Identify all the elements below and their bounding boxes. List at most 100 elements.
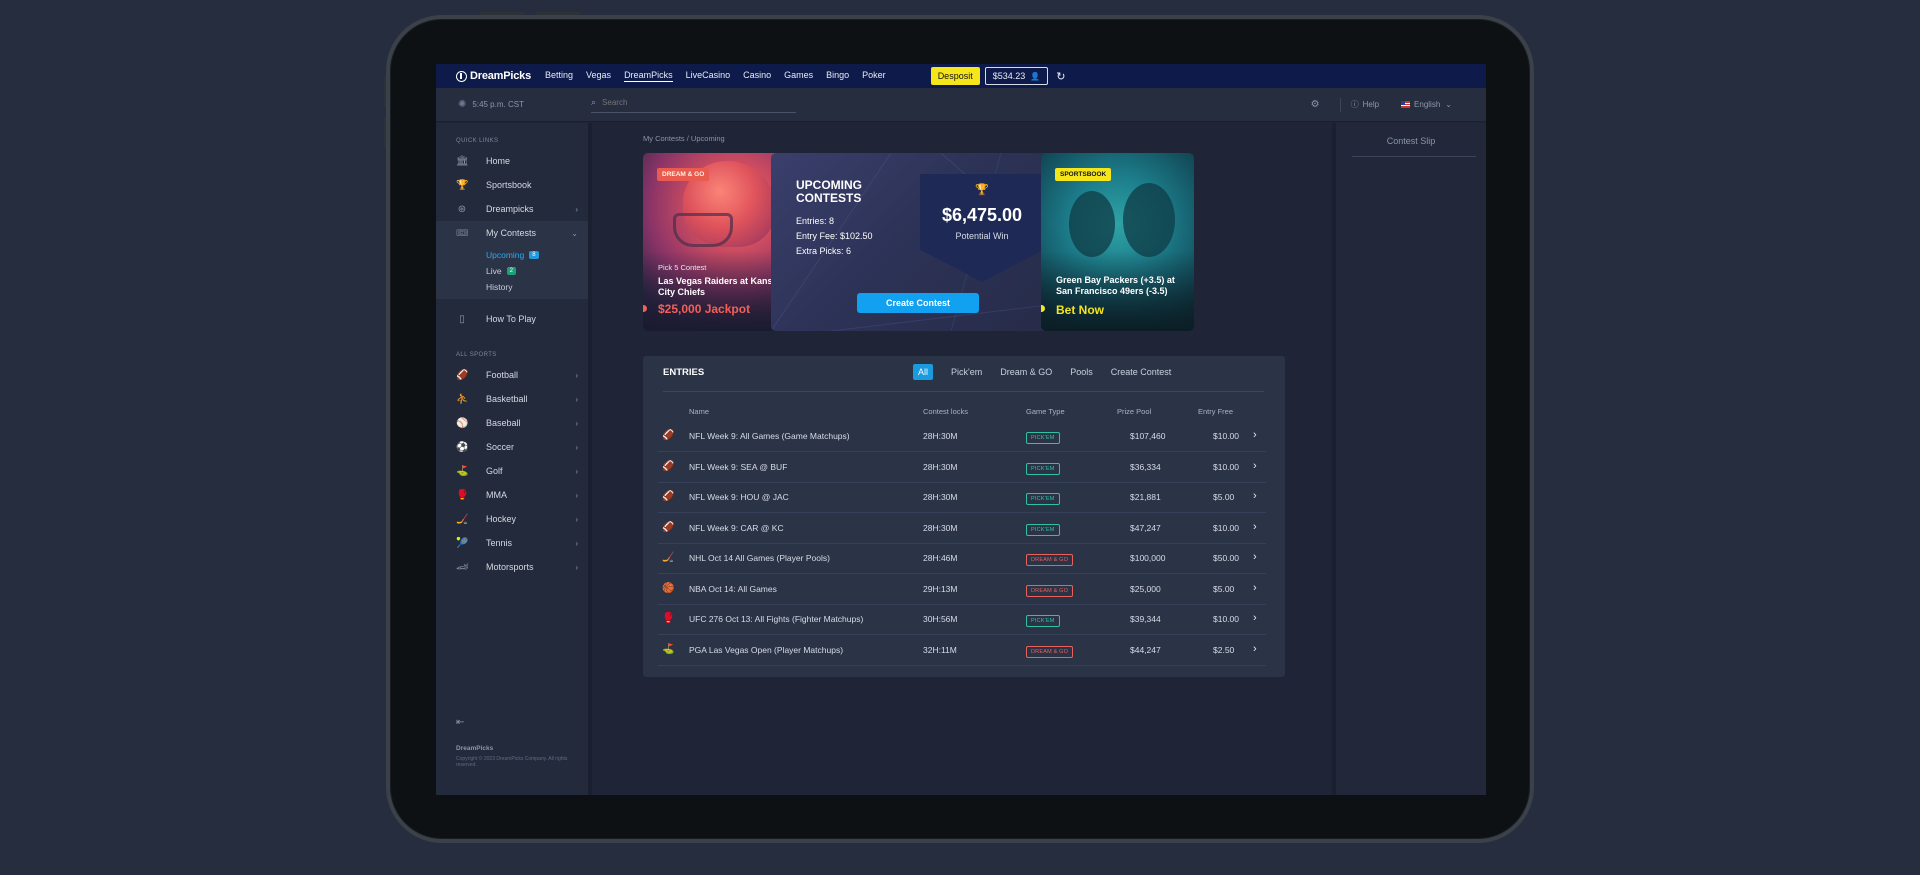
contest-name: NFL Week 9: HOU @ JAC [689, 492, 789, 502]
balance-amount: $534.23 [992, 71, 1026, 81]
nav-link-betting[interactable]: Betting [545, 70, 573, 82]
sidebar-item-mma[interactable]: 🥊 MMA › [436, 483, 588, 507]
column-header-entry-fee: Entry Free [1198, 407, 1234, 416]
sidebar-item-soccer[interactable]: ⚽ Soccer › [436, 435, 588, 459]
user-icon: 👤 [1030, 71, 1041, 81]
chevron-right-icon[interactable]: › [1253, 612, 1257, 624]
entry-fee: $10.00 [1213, 522, 1239, 533]
contest-locks: 29H:13M [923, 583, 958, 594]
tab-pools[interactable]: Pools [1070, 364, 1093, 380]
collapse-sidebar-icon[interactable]: ⇤ [456, 717, 464, 728]
divider [1352, 156, 1476, 157]
potential-win-label: Potential Win [955, 231, 1009, 241]
chevron-right-icon[interactable]: › [1253, 490, 1257, 502]
baseball-icon: ⚾ [456, 417, 469, 429]
chevron-right-icon[interactable]: › [1253, 460, 1257, 472]
table-row[interactable]: 🏈 NFL Week 9: HOU @ JAC 28H:30M PICK'EM $21,… [658, 483, 1266, 513]
sidebar-item-how-to-play[interactable]: ▯ How To Play [436, 307, 588, 331]
soccer-icon: ⚽ [456, 441, 469, 453]
chevron-right-icon: › [575, 490, 578, 500]
sidebar-item-my-contests[interactable]: 🎟 My Contests ⌄ [436, 221, 588, 245]
balance-button[interactable]: $534.23 👤 [984, 67, 1049, 85]
language-selector[interactable]: English [1414, 100, 1440, 109]
table-row[interactable]: 🥊 UFC 276 Oct 13: All Fights (Fighter Mat… [658, 605, 1266, 635]
my-contests-submenu: Upcoming 8 Live 2 History [436, 245, 588, 299]
brand-logo[interactable]: DreamPicks [456, 70, 531, 82]
table-row[interactable]: 🏀 NBA Oct 14: All Games 29H:13M DREAM & GO $… [658, 575, 1266, 605]
sidebar-item-basketball[interactable]: ⛹ Basketball › [436, 387, 588, 411]
contest-name: UFC 276 Oct 13: All Fights (Fighter Matc… [689, 614, 864, 624]
table-row[interactable]: ⛳ PGA Las Vegas Open (Player Matchups) 32H… [658, 636, 1266, 666]
table-row[interactable]: 🏈 NFL Week 9: SEA @ BUF 28H:30M PICK'EM $36,… [658, 453, 1266, 483]
nav-link-poker[interactable]: Poker [862, 70, 886, 82]
trophy-icon: 🏆 [975, 184, 989, 196]
tab-pickem[interactable]: Pick'em [951, 364, 982, 380]
prize-pool: $25,000 [1130, 583, 1161, 594]
deposit-button[interactable]: Desposit [930, 67, 980, 85]
table-row[interactable]: 🏈 NFL Week 9: All Games (Game Matchups) 28… [658, 422, 1266, 452]
nav-link-livecasino[interactable]: LiveCasino [686, 70, 731, 82]
bet-now-link[interactable]: Bet Now [1056, 303, 1104, 317]
refresh-icon[interactable]: ↻ [1056, 70, 1065, 83]
sidebar-item-football[interactable]: 🏈 Football › [436, 363, 588, 387]
jackpot-link[interactable]: $25,000 Jackpot [658, 302, 750, 316]
chevron-right-icon[interactable]: › [1253, 582, 1257, 594]
table-row[interactable]: 🏒 NHL Oct 14 All Games (Player Pools) 28H:… [658, 544, 1266, 574]
create-contest-button[interactable]: Create Contest [857, 293, 979, 313]
game-type-badge: PICK'EM [1026, 523, 1060, 536]
golf-icon: ⛳ [456, 465, 469, 477]
extra-picks-stat: Extra Picks: 6 [796, 246, 852, 256]
sidebar-sub-upcoming[interactable]: Upcoming 8 [436, 247, 588, 263]
game-type-badge: PICK'EM [1026, 462, 1060, 475]
chevron-right-icon[interactable]: › [1253, 521, 1257, 533]
promo-title: Las Vegas Raiders at Kansas City Chiefs [658, 276, 783, 297]
sidebar-sub-live[interactable]: Live 2 [436, 263, 588, 279]
tab-all[interactable]: All [913, 364, 934, 380]
sidebar-item-dreampicks[interactable]: ⊛ Dreampicks › [436, 197, 588, 221]
sidebar-sub-history[interactable]: History [436, 279, 588, 295]
sidebar-item-label: Soccer [486, 442, 515, 452]
help-link[interactable]: ⓘ Help [1351, 99, 1379, 110]
tab-dream-go[interactable]: Dream & GO [1000, 364, 1052, 380]
main-content: My Contests / Upcoming DREAM & GO Pick 5… [596, 123, 1332, 795]
chevron-right-icon[interactable]: › [1253, 551, 1257, 563]
table-row[interactable]: 🏈 NFL Week 9: CAR @ KC 28H:30M PICK'EM $47,2… [658, 514, 1266, 544]
chevron-right-icon: › [575, 418, 578, 428]
sidebar-item-label: Hockey [486, 514, 517, 524]
sidebar-item-home[interactable]: 🏛 Home [436, 149, 588, 173]
sidebar-item-sportsbook[interactable]: 🏆 Sportsbook [436, 173, 588, 197]
chevron-right-icon: › [575, 204, 578, 214]
nav-link-casino[interactable]: Casino [743, 70, 771, 82]
chevron-right-icon[interactable]: › [1253, 643, 1257, 655]
tab-create-contest[interactable]: Create Contest [1111, 364, 1172, 380]
sub-bar: ✺ 5:45 p.m. CST ⌕ ⚙ ⓘ Help English ⌄ [436, 88, 1486, 122]
sidebar-item-tennis[interactable]: 🎾 Tennis › [436, 531, 588, 555]
nav-link-bingo[interactable]: Bingo [826, 70, 849, 82]
sidebar-item-motorsports[interactable]: 🏎 Motorsports › [436, 555, 588, 579]
game-type-badge: DREAM & GO [1026, 554, 1074, 566]
contest-name: NHL Oct 14 All Games (Player Pools) [689, 553, 830, 563]
game-type-badge: DREAM & GO [1026, 645, 1074, 658]
sidebar-item-baseball[interactable]: ⚾ Baseball › [436, 411, 588, 435]
player-image [1069, 191, 1115, 257]
sidebar-item-hockey[interactable]: 🏒 Hockey › [436, 507, 588, 531]
sidebar-item-golf[interactable]: ⛳ Golf › [436, 459, 588, 483]
entries-heading: ENTRIES [663, 367, 705, 378]
gear-icon[interactable]: ⚙ [1311, 99, 1320, 110]
nav-link-vegas[interactable]: Vegas [586, 70, 611, 82]
chevron-down-icon: ⌄ [1445, 100, 1452, 109]
promo-card-sportsbook[interactable]: SPORTSBOOK Green Bay Packers (+3.5) at S… [1041, 153, 1194, 331]
nav-link-dreampicks[interactable]: DreamPicks [624, 70, 673, 82]
nav-links: Betting Vegas DreamPicks LiveCasino Casi… [545, 70, 899, 82]
sidebar-item-label: Basketball [486, 394, 528, 404]
sidebar-item-label: Home [486, 156, 511, 166]
nav-link-games[interactable]: Games [784, 70, 813, 82]
search-input[interactable] [602, 97, 783, 107]
chevron-right-icon[interactable]: › [1253, 429, 1257, 441]
entries-panel: ENTRIES All Pick'em Dream & GO Pools Cre… [643, 356, 1285, 677]
divider [663, 391, 1264, 392]
contest-name: NFL Week 9: CAR @ KC [689, 522, 784, 533]
copyright: Copyright © 2023 DreamPicks Company. All… [456, 756, 568, 768]
sidebar-item-label: Motorsports [486, 562, 534, 572]
logo-icon [456, 70, 467, 82]
